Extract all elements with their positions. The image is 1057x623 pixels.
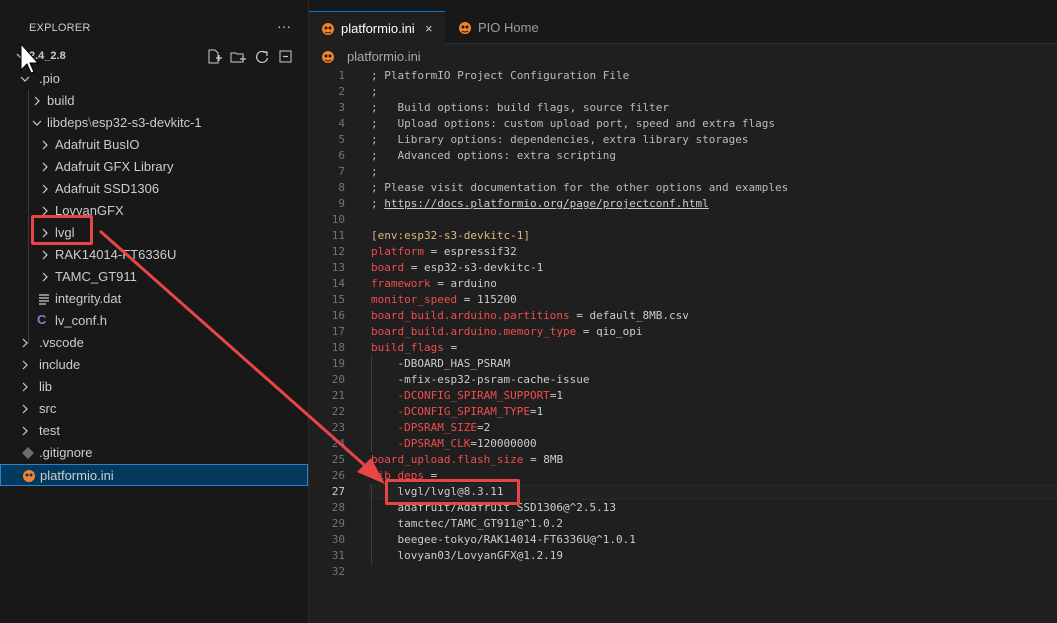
red-arrow-icon [99, 229, 385, 484]
mouse-pointer-icon [20, 42, 40, 74]
